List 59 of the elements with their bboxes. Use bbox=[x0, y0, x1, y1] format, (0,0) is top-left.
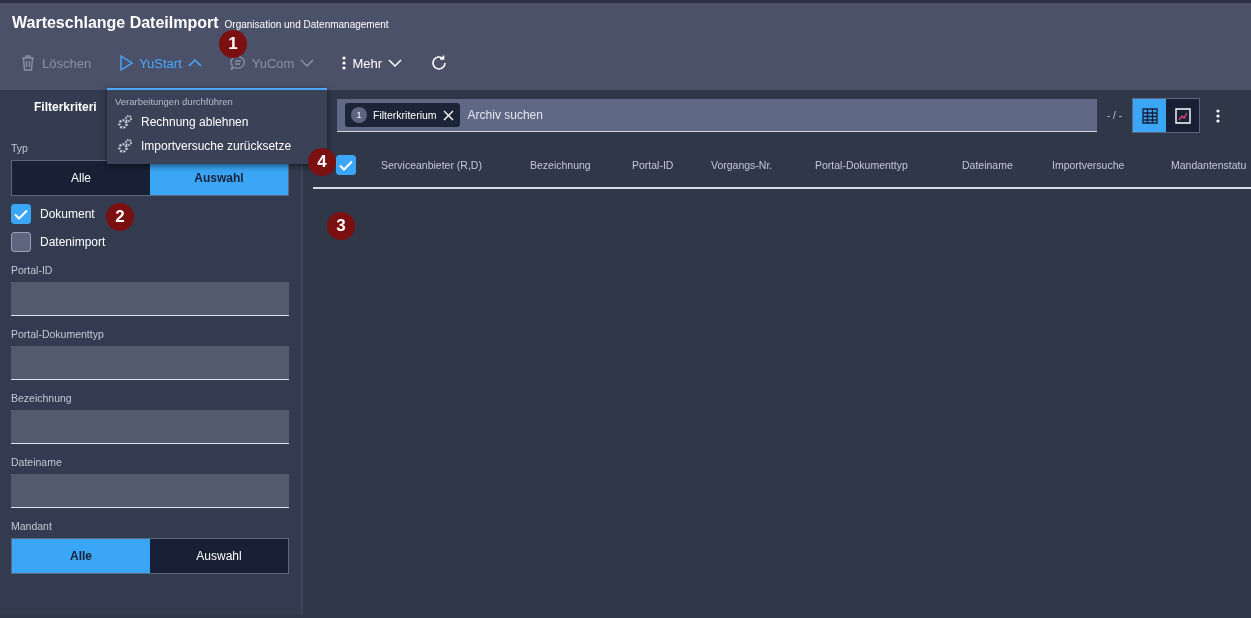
checkbox[interactable] bbox=[336, 155, 356, 175]
segment-tab[interactable]: Alle bbox=[12, 161, 150, 195]
checkbox[interactable] bbox=[11, 204, 31, 224]
input-field[interactable] bbox=[11, 282, 289, 316]
table-view-button[interactable] bbox=[1133, 99, 1166, 132]
page-title: Warteschlange DateiImport bbox=[12, 14, 219, 32]
count-badge: 1 bbox=[351, 107, 367, 123]
segment-tab[interactable]: Alle bbox=[12, 539, 150, 573]
play-icon bbox=[119, 55, 134, 71]
segment-tab[interactable]: Auswahl bbox=[150, 539, 288, 573]
caret-down-icon bbox=[388, 59, 403, 67]
caret-down-icon bbox=[300, 59, 315, 67]
refresh-icon bbox=[430, 54, 449, 72]
search-field[interactable]: 1 Filterkriterium Archiv suchen bbox=[337, 99, 1097, 132]
column-header[interactable]: Vorgangs-Nr. bbox=[711, 159, 773, 171]
menu-item[interactable]: Importversuche zurücksetze bbox=[107, 134, 302, 158]
checkbox-label: Datenimport bbox=[40, 235, 106, 249]
field-label: Portal-ID bbox=[11, 264, 53, 276]
panel-title: Filterkriteri bbox=[34, 100, 97, 114]
checkbox[interactable] bbox=[11, 232, 31, 252]
check-icon bbox=[14, 208, 28, 220]
chart-icon bbox=[1174, 107, 1191, 124]
input-field[interactable] bbox=[11, 346, 289, 380]
field-label: Bezeichnung bbox=[11, 392, 72, 404]
more-icon bbox=[342, 56, 347, 70]
input-field[interactable] bbox=[11, 410, 289, 444]
filter-chip[interactable]: 1 Filterkriterium bbox=[345, 103, 460, 127]
column-header[interactable]: Mandantenstatu bbox=[1171, 159, 1247, 171]
field-label: Mandant bbox=[11, 520, 52, 532]
input-field[interactable] bbox=[11, 474, 289, 508]
gears-icon bbox=[117, 114, 133, 130]
menu-item[interactable]: Rechnung ablehnen bbox=[107, 110, 259, 134]
search-placeholder: Archiv suchen bbox=[467, 108, 543, 122]
checkbox-label: Dokument bbox=[40, 207, 95, 221]
callout-badge: 4 bbox=[308, 148, 336, 176]
chart-view-button[interactable] bbox=[1166, 99, 1199, 132]
column-header[interactable]: Importversuche bbox=[1052, 159, 1125, 171]
refresh-button[interactable] bbox=[430, 54, 449, 72]
gears-icon bbox=[117, 138, 133, 154]
table-icon bbox=[1141, 107, 1158, 124]
range-text: - / - bbox=[1107, 110, 1122, 121]
column-header[interactable]: Bezeichnung bbox=[530, 159, 591, 171]
column-header[interactable]: Portal-ID bbox=[632, 159, 674, 171]
field-label: Typ bbox=[11, 142, 28, 154]
menu-heading: Verarbeitungen durchführen bbox=[114, 96, 234, 109]
trash-icon bbox=[20, 55, 36, 71]
callout-badge: 3 bbox=[327, 212, 355, 240]
more-button[interactable]: Mehr bbox=[342, 55, 403, 71]
field-label: Portal-Dokumenttyp bbox=[11, 328, 104, 340]
column-header[interactable]: Serviceanbieter (R,D) bbox=[381, 159, 482, 171]
column-header[interactable]: Dateiname bbox=[962, 159, 1013, 171]
page-subtitle: Organisation und Datenmanagement bbox=[224, 19, 389, 30]
more-icon[interactable] bbox=[1216, 108, 1220, 123]
field-label: Dateiname bbox=[11, 456, 62, 468]
check-icon bbox=[339, 159, 353, 171]
close-icon[interactable] bbox=[442, 109, 454, 121]
column-header[interactable]: Portal-Dokumenttyp bbox=[815, 159, 908, 171]
chat-icon bbox=[229, 55, 246, 71]
caret-up-icon bbox=[187, 59, 202, 67]
